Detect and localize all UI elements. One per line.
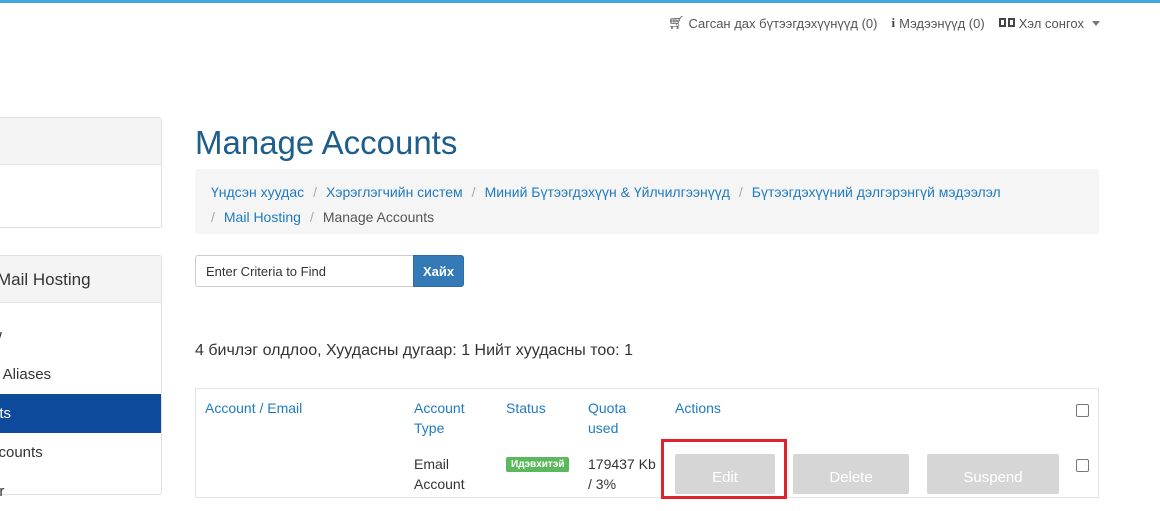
search-button[interactable]: Хайх xyxy=(413,255,464,287)
info-icon: i xyxy=(891,15,896,30)
status-badge: Идэвхитэй xyxy=(506,457,570,472)
column-header-quota-line1: Quota xyxy=(588,400,627,416)
search-input[interactable] xyxy=(195,255,413,287)
notifications-label: Мэдээнүүд (0) xyxy=(899,15,985,31)
sidebar-item-aliases[interactable]: n Aliases xyxy=(0,355,161,394)
cart-icon: 🛒︎ xyxy=(667,15,685,30)
top-accent-line xyxy=(0,0,1160,3)
notifications-link[interactable]: i Мэдээнүүд (0) xyxy=(891,15,984,31)
column-header-type-line1: Account xyxy=(414,400,465,416)
sidebar-item-other[interactable]: er xyxy=(0,472,161,511)
top-navigation: 🛒︎ Сагсан дах бүтээгдэхүүнүүд (0) i Мэдэ… xyxy=(668,15,1100,31)
cell-account-type-line2: Account xyxy=(414,476,465,492)
column-header-quota[interactable]: Quota used xyxy=(588,398,626,438)
suspend-button[interactable]: Suspend xyxy=(927,454,1059,494)
breadcrumb-mail-hosting[interactable]: Mail Hosting xyxy=(224,209,301,225)
breadcrumb-current: Manage Accounts xyxy=(322,209,435,225)
select-all-checkbox[interactable] xyxy=(1076,404,1089,417)
cell-quota-line1: 179437 Kb xyxy=(588,456,656,472)
records-summary: 4 бичлэг олдлоо, Хуудасны дугаар: 1 Нийт… xyxy=(195,342,633,359)
highlight-box xyxy=(661,439,787,499)
page-title: Manage Accounts xyxy=(195,124,458,161)
sidebar-item-overview[interactable]: w xyxy=(0,316,161,355)
chevron-down-icon xyxy=(1092,20,1100,26)
language-icon xyxy=(998,16,1015,31)
column-header-type-line2: Type xyxy=(414,420,445,436)
row-select-checkbox[interactable] xyxy=(1076,459,1089,472)
breadcrumb-product-details[interactable]: Бүтээгдэхүүний дэлгэрэнгүй мэдээлэл xyxy=(752,184,1001,200)
breadcrumb-home[interactable]: Үндсэн хуудас xyxy=(211,184,304,200)
sidebar-panel-mail-hosting: Mail Hosting w n Aliases nts ccounts er xyxy=(0,255,162,500)
cart-label: Сагсан дах бүтээгдэхүүнүүд (0) xyxy=(688,15,878,31)
sidebar-item-accounts[interactable]: nts xyxy=(0,394,161,433)
delete-button[interactable]: Delete xyxy=(793,454,909,494)
accounts-table: Account / Email Account Type Status Quot… xyxy=(195,388,1099,498)
sidebar-panel-top-header xyxy=(0,118,161,165)
column-header-type[interactable]: Account Type xyxy=(414,398,465,438)
cell-account-type: Email Account xyxy=(414,454,465,494)
breadcrumb-client-area[interactable]: Хэрэглэгчийн систем xyxy=(326,184,463,200)
breadcrumb: Үндсэн хуудас / Хэрэглэгчийн систем / Миний … xyxy=(195,169,1099,234)
language-chooser[interactable]: Хэл сонгох xyxy=(998,15,1100,31)
breadcrumb-my-services[interactable]: Миний Бүтээгдэхүүн & Үйлчилгээнүүд xyxy=(485,184,730,200)
cell-quota-line2: / 3% xyxy=(588,476,617,492)
cart-link[interactable]: 🛒︎ Сагсан дах бүтээгдэхүүнүүд (0) xyxy=(668,15,878,31)
sidebar-section-title: Mail Hosting xyxy=(0,256,161,303)
sidebar-panel-top xyxy=(0,117,162,228)
cell-quota: 179437 Kb / 3% xyxy=(588,454,656,494)
column-header-status[interactable]: Status xyxy=(506,398,546,418)
column-header-actions: Actions xyxy=(675,400,721,416)
language-label: Хэл сонгох xyxy=(1018,15,1084,31)
cell-account-type-line1: Email xyxy=(414,456,450,472)
sidebar-item-accounts-2[interactable]: ccounts xyxy=(0,433,161,472)
search-form: Хайх xyxy=(195,255,464,287)
column-header-quota-line2: used xyxy=(588,420,619,436)
column-header-account[interactable]: Account / Email xyxy=(205,398,302,418)
